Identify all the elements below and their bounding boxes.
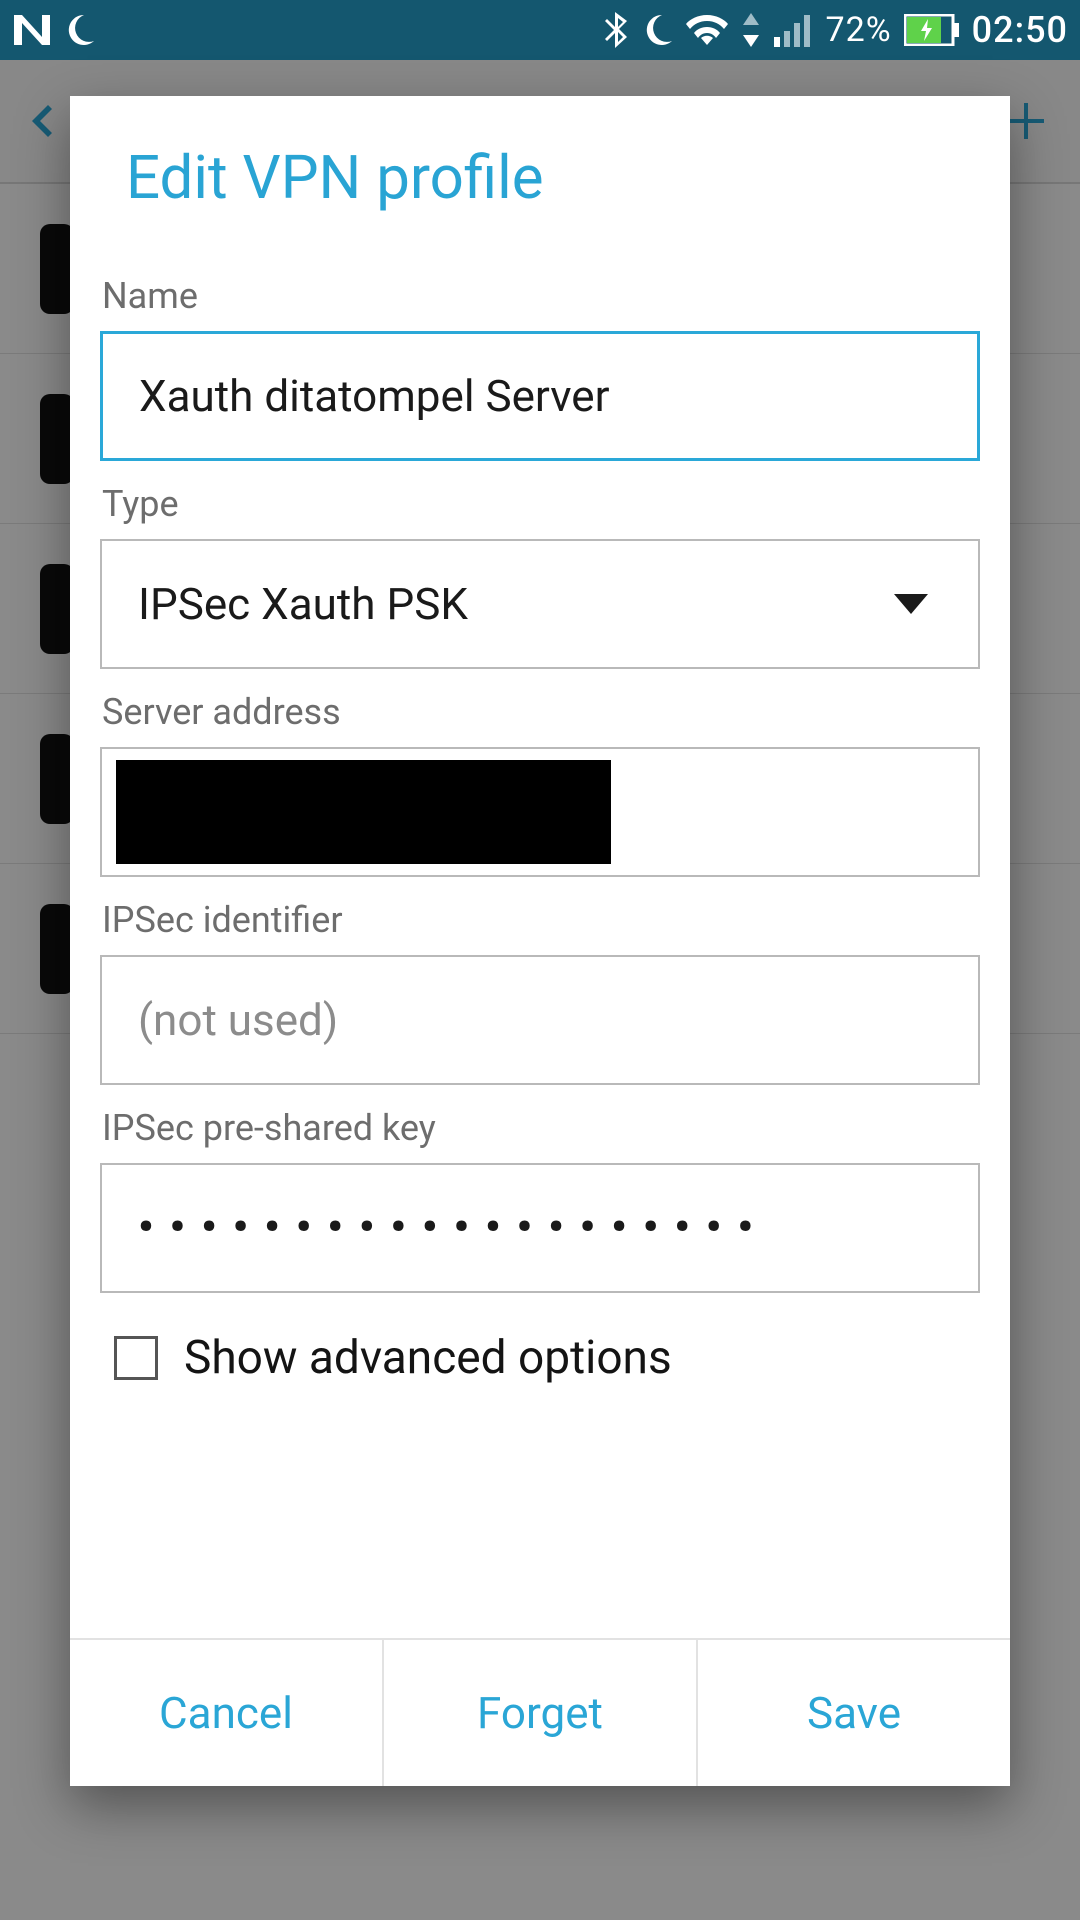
ipsec-identifier-label: IPSec identifier (102, 899, 980, 941)
name-input[interactable]: Xauth ditatompel Server (100, 331, 980, 461)
forget-button[interactable]: Forget (384, 1640, 698, 1786)
data-sort-icon (740, 13, 762, 47)
bluetooth-icon (604, 11, 628, 49)
dialog-title: Edit VPN profile (70, 96, 1010, 253)
clock: 02:50 (972, 9, 1068, 51)
advanced-options-checkbox[interactable] (114, 1336, 158, 1380)
advanced-options-label: Show advanced options (184, 1331, 672, 1385)
ipsec-identifier-placeholder: (not used) (138, 994, 338, 1046)
status-bar: 72% 02:50 (0, 0, 1080, 60)
type-select[interactable]: IPSec Xauth PSK (100, 539, 980, 669)
battery-charging-icon (904, 14, 960, 46)
server-address-input[interactable] (100, 747, 980, 877)
redacted-server-address (116, 760, 611, 864)
type-select-value: IPSec Xauth PSK (138, 578, 468, 630)
cellular-signal-icon (774, 13, 814, 47)
name-label: Name (102, 275, 980, 317)
n-logo-icon (12, 13, 52, 47)
ipsec-psk-label: IPSec pre-shared key (102, 1107, 980, 1149)
ipsec-psk-input[interactable]: •••••••••••••••••••• (100, 1163, 980, 1293)
dialog-body: Name Xauth ditatompel Server Type IPSec … (70, 253, 1010, 1638)
ipsec-identifier-input[interactable]: (not used) (100, 955, 980, 1085)
ipsec-psk-masked: •••••••••••••••••••• (138, 1207, 769, 1249)
dialog-actions: Cancel Forget Save (70, 1638, 1010, 1786)
battery-percent: 72% (826, 10, 892, 50)
type-label: Type (102, 483, 980, 525)
cancel-button[interactable]: Cancel (70, 1640, 384, 1786)
advanced-options-row[interactable]: Show advanced options (100, 1323, 980, 1393)
wifi-icon (686, 13, 728, 47)
server-address-label: Server address (102, 691, 980, 733)
edit-vpn-dialog: Edit VPN profile Name Xauth ditatompel S… (70, 96, 1010, 1786)
moon-icon (62, 13, 96, 47)
moon-icon (640, 13, 674, 47)
chevron-down-icon (894, 594, 928, 614)
name-input-value: Xauth ditatompel Server (139, 370, 610, 422)
save-button[interactable]: Save (698, 1640, 1010, 1786)
